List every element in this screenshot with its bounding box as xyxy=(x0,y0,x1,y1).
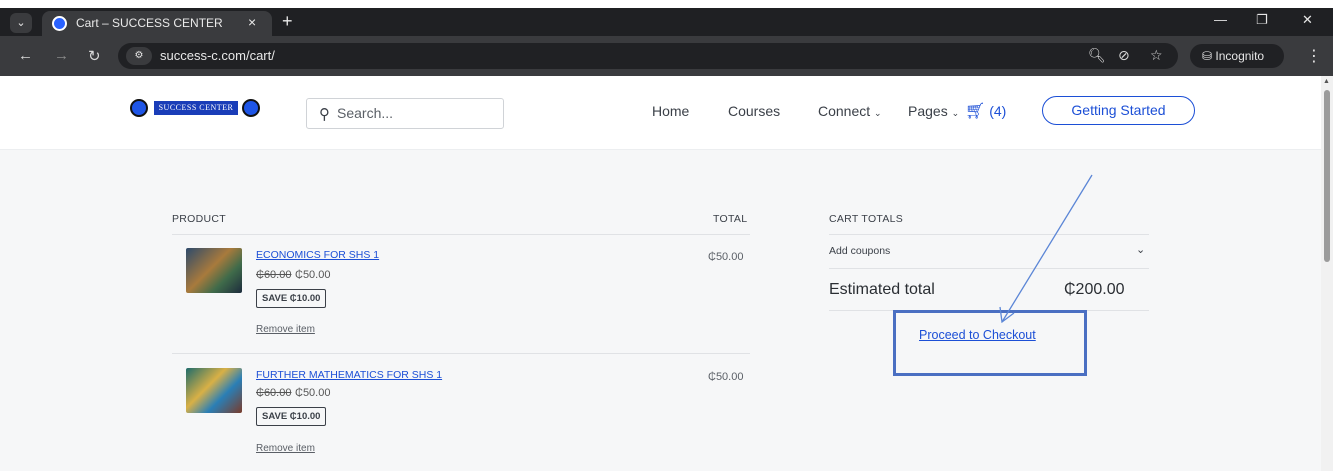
annotation-highlight-box xyxy=(893,310,1087,376)
nav-home[interactable]: Home xyxy=(652,103,689,119)
zoom-icon[interactable]: 🔍︎ xyxy=(1088,47,1106,64)
restore-icon[interactable]: ❐ xyxy=(1256,12,1268,28)
site-header: SUCCESS CENTER ⚲ Home Courses Connect ⌄ … xyxy=(0,76,1321,150)
save-badge: SAVE ₵10.00 xyxy=(256,289,327,308)
chevron-down-icon[interactable]: ⌄ xyxy=(1136,243,1145,256)
address-bar: ← → ↻ ⚙ success-c.com/cart/ 🔍︎ ⊘ ☆ ⛁ Inc… xyxy=(0,36,1333,76)
add-coupons-toggle[interactable]: Add coupons xyxy=(829,245,890,257)
divider xyxy=(829,234,1149,235)
divider xyxy=(172,234,750,235)
page-scrollbar[interactable]: ▲ xyxy=(1321,76,1333,471)
old-price: ₵60.00 xyxy=(256,269,292,281)
more-icon[interactable]: ⋮ xyxy=(1306,46,1322,66)
eye-off-icon[interactable]: ⊘ xyxy=(1118,47,1130,64)
chevron-down-icon: ⌄ xyxy=(951,108,960,118)
tab-title: Cart – SUCCESS CENTER xyxy=(76,16,223,30)
tab-search-icon[interactable]: ⌄ xyxy=(10,13,32,33)
star-icon[interactable]: ☆ xyxy=(1150,47,1163,64)
remove-item-link[interactable]: Remove item xyxy=(256,443,315,454)
reload-icon[interactable]: ↻ xyxy=(88,47,101,65)
logo-emblem-icon xyxy=(130,99,148,117)
column-total: TOTAL xyxy=(713,213,748,225)
tab-bar: ⌄ Cart – SUCCESS CENTER × + — ❐ ✕ xyxy=(0,8,1333,36)
save-badge: SAVE ₵10.00 xyxy=(256,407,327,426)
estimated-total-value: ₵200.00 xyxy=(1064,281,1125,298)
cart-icon: 🛒︎ xyxy=(965,103,986,120)
row-total: ₵50.00 xyxy=(708,371,744,383)
sale-price: ₵50.00 xyxy=(295,387,331,399)
site-logo[interactable]: SUCCESS CENTER xyxy=(130,98,268,122)
logo-text: SUCCESS CENTER xyxy=(154,101,238,115)
getting-started-button[interactable]: Getting Started xyxy=(1042,96,1195,125)
window-top xyxy=(0,0,1333,8)
product-name[interactable]: ECONOMICS FOR SHS 1 xyxy=(256,249,379,261)
product-thumbnail[interactable] xyxy=(186,368,242,413)
forward-icon[interactable]: → xyxy=(54,47,69,64)
search-icon: ⚲ xyxy=(319,106,330,123)
back-icon[interactable]: ← xyxy=(18,47,33,64)
omnibox[interactable]: ⚙ success-c.com/cart/ 🔍︎ ⊘ ☆ xyxy=(118,43,1178,69)
cart-totals-title: CART TOTALS xyxy=(829,213,904,225)
divider xyxy=(829,268,1149,269)
incognito-label: Incognito xyxy=(1215,49,1265,63)
minimize-icon[interactable]: — xyxy=(1214,12,1227,27)
nav-connect[interactable]: Connect ⌄ xyxy=(818,103,882,119)
chevron-down-icon: ⌄ xyxy=(874,108,882,118)
incognito-icon: ⛁ xyxy=(1202,49,1213,63)
incognito-badge[interactable]: ⛁ Incognito xyxy=(1190,44,1284,68)
nav-courses[interactable]: Courses xyxy=(728,103,780,119)
scroll-thumb[interactable] xyxy=(1324,90,1330,262)
estimated-total-label: Estimated total xyxy=(829,281,935,298)
site-info-icon[interactable]: ⚙ xyxy=(126,47,152,65)
url-text[interactable]: success-c.com/cart/ xyxy=(160,48,275,63)
column-product: PRODUCT xyxy=(172,213,227,225)
row-total: ₵50.00 xyxy=(708,251,744,263)
product-name[interactable]: FURTHER MATHEMATICS FOR SHS 1 xyxy=(256,369,442,381)
close-icon[interactable]: × xyxy=(248,14,256,30)
search-box[interactable]: ⚲ xyxy=(306,98,504,129)
divider xyxy=(172,353,750,354)
old-price: ₵60.00 xyxy=(256,387,292,399)
scroll-up-icon[interactable]: ▲ xyxy=(1323,78,1330,85)
favicon-icon xyxy=(52,16,67,31)
product-thumbnail[interactable] xyxy=(186,248,242,293)
new-tab-button[interactable]: + xyxy=(282,11,293,31)
tab-cart[interactable]: Cart – SUCCESS CENTER × xyxy=(42,11,272,36)
cart-count: (4) xyxy=(989,103,1007,119)
remove-item-link[interactable]: Remove item xyxy=(256,324,315,335)
sale-price: ₵50.00 xyxy=(295,269,331,281)
nav-pages[interactable]: Pages ⌄ xyxy=(908,103,959,119)
logo-emblem-icon xyxy=(242,99,260,117)
search-input[interactable] xyxy=(337,105,497,121)
window-close-icon[interactable]: ✕ xyxy=(1302,12,1313,28)
cart-link[interactable]: 🛒︎ (4) xyxy=(965,101,1006,121)
